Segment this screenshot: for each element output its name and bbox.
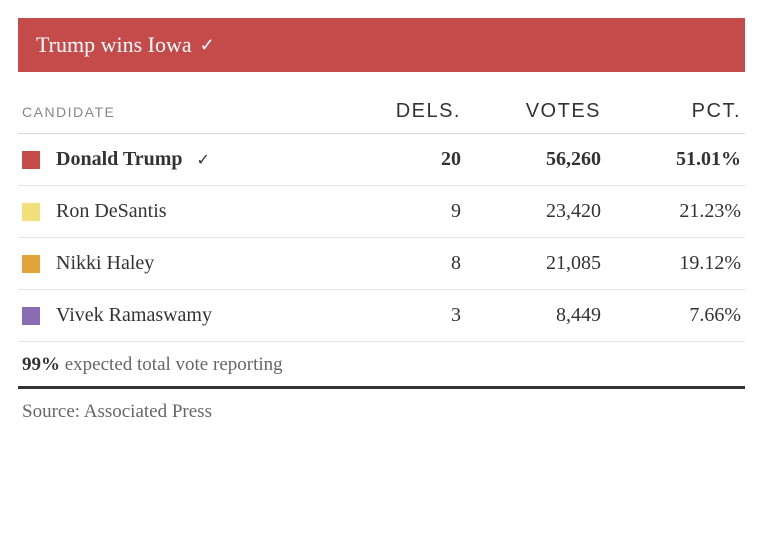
cell-dels: 8 (361, 252, 461, 275)
table-row: Donald Trump ✓ 20 56,260 51.01% (18, 134, 745, 186)
table-row: Nikki Haley 8 21,085 19.12% (18, 238, 745, 290)
result-banner: Trump wins Iowa ✓ (18, 18, 745, 72)
cell-dels: 9 (361, 200, 461, 223)
candidate-name-text: Nikki Haley (56, 252, 154, 275)
cell-votes: 23,420 (471, 200, 601, 223)
header-dels: DELS. (361, 100, 461, 123)
candidate-name: Ron DeSantis (56, 200, 351, 223)
check-icon: ✓ (197, 150, 210, 170)
reporting-pct: 99% (22, 354, 60, 375)
color-swatch (22, 203, 40, 221)
table-row: Vivek Ramaswamy 3 8,449 7.66% (18, 290, 745, 342)
table-row: Ron DeSantis 9 23,420 21.23% (18, 186, 745, 238)
results-table: CANDIDATE DELS. VOTES PCT. Donald Trump ✓… (18, 82, 745, 342)
cell-votes: 56,260 (471, 148, 601, 171)
color-swatch (22, 255, 40, 273)
candidate-name: Nikki Haley (56, 252, 351, 275)
candidate-name-text: Ron DeSantis (56, 200, 167, 223)
color-swatch (22, 151, 40, 169)
cell-pct: 21.23% (611, 200, 741, 223)
header-candidate: CANDIDATE (22, 104, 351, 120)
candidate-name: Vivek Ramaswamy (56, 304, 351, 327)
cell-pct: 51.01% (611, 148, 741, 171)
check-icon: ✓ (200, 35, 215, 56)
cell-dels: 20 (361, 148, 461, 171)
banner-text: Trump wins Iowa (36, 32, 192, 58)
cell-pct: 7.66% (611, 304, 741, 327)
source-line: Source: Associated Press (18, 389, 745, 435)
candidate-name-text: Vivek Ramaswamy (56, 304, 212, 327)
color-swatch (22, 307, 40, 325)
cell-pct: 19.12% (611, 252, 741, 275)
cell-dels: 3 (361, 304, 461, 327)
header-pct: PCT. (611, 100, 741, 123)
cell-votes: 21,085 (471, 252, 601, 275)
candidate-name-text: Donald Trump (56, 148, 183, 171)
cell-votes: 8,449 (471, 304, 601, 327)
reporting-footer: 99% expected total vote reporting (18, 342, 745, 389)
table-header-row: CANDIDATE DELS. VOTES PCT. (18, 82, 745, 134)
candidate-name: Donald Trump ✓ (56, 148, 351, 171)
reporting-text: expected total vote reporting (60, 354, 283, 375)
header-votes: VOTES (471, 100, 601, 123)
